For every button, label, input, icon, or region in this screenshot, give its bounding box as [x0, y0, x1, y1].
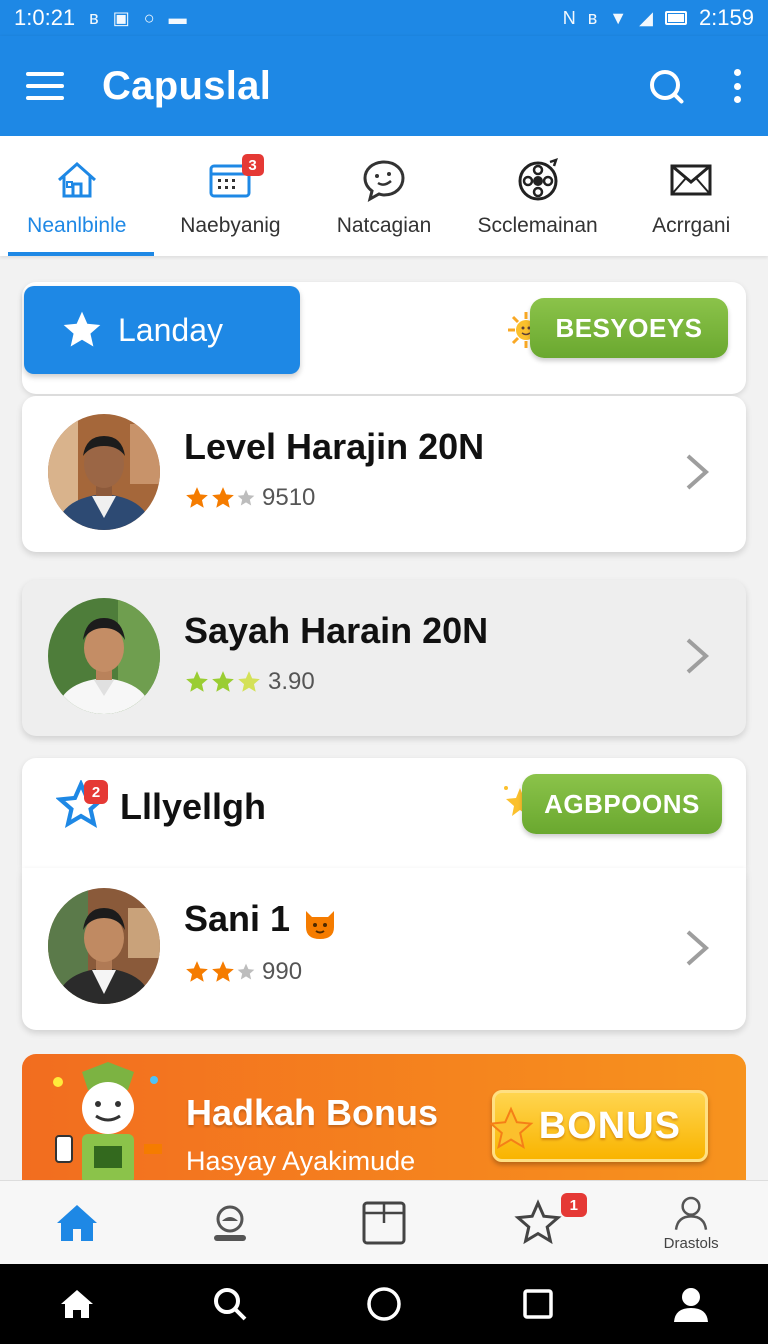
star-filled-icon	[212, 671, 234, 692]
notification-icon: ▣	[112, 7, 130, 28]
star-filled-icon	[238, 671, 260, 692]
mascot-icon	[53, 1062, 162, 1184]
bottom-nav-profile-badge[interactable]	[154, 1181, 308, 1264]
list-item[interactable]: Sani 1 990	[22, 868, 746, 1030]
tab-label: Neanlbinle	[27, 214, 127, 237]
user-icon[interactable]	[671, 1284, 711, 1324]
menu-icon[interactable]	[26, 72, 64, 100]
star-filled-icon	[212, 487, 234, 508]
user-icon	[674, 1196, 708, 1230]
star-icon	[513, 1198, 562, 1244]
tab-badge: 3	[241, 154, 264, 176]
section-title: Lllyellgh	[120, 786, 267, 827]
avatar	[48, 598, 160, 714]
bonus-title: Hadkah Bonus	[186, 1092, 439, 1133]
rating: 990	[184, 958, 302, 986]
status-bar: 1:0:21 ʙ ▣ ○ ▬ N ʙ ▼ ◢ 2:159	[0, 0, 768, 36]
bonus-subtitle: Hasyay Ayakimude	[186, 1146, 416, 1176]
bluetooth-icon: ʙ	[587, 7, 598, 28]
chat-icon	[363, 160, 405, 202]
featured-button-label: Landay	[118, 311, 223, 348]
featured-button[interactable]: Landay	[24, 286, 300, 374]
screen-icon: ▬	[168, 7, 187, 28]
list-item-title: Level Harajin 20N	[184, 426, 485, 467]
rating-value: 9510	[262, 484, 316, 511]
bonus-button[interactable]: BONUS	[488, 1090, 708, 1162]
avatar	[48, 888, 160, 1004]
star-filled-icon	[186, 671, 208, 692]
rating-value: 3.90	[268, 668, 315, 695]
tab-bar: Neanlbinle 3 Naebyanig Natcagian Scclema…	[0, 136, 768, 256]
star-icon	[63, 311, 101, 347]
bottom-nav-user[interactable]: Drastols	[614, 1181, 768, 1264]
bottom-navigation: 1 Drastols	[0, 1180, 768, 1264]
search-icon[interactable]	[210, 1284, 250, 1324]
home-circle-icon[interactable]	[364, 1284, 404, 1324]
app-title: Capuslal	[102, 63, 272, 108]
rating: 9510	[184, 484, 315, 512]
battery-icon	[664, 11, 687, 25]
star-filled-icon	[186, 487, 208, 508]
tab-calendar[interactable]: 3 Naebyanig	[154, 136, 308, 256]
rating: 3.90	[184, 668, 315, 696]
tab-label: Naebyanig	[180, 214, 281, 237]
bottom-nav-favorites[interactable]: 1	[461, 1181, 615, 1264]
tab-mail[interactable]: Acrrgani	[614, 136, 768, 256]
nfc-icon: N	[562, 7, 576, 28]
section-pill-button[interactable]: AGBPOONS	[522, 774, 722, 834]
bottom-nav-label: Drastols	[663, 1235, 719, 1252]
tab-media[interactable]: Scclemainan	[461, 136, 615, 256]
chevron-right-icon	[686, 454, 710, 490]
signal-icon: ▼	[609, 7, 628, 28]
bottom-nav-box[interactable]	[307, 1181, 461, 1264]
star-filled-icon	[186, 961, 208, 982]
recent-apps-icon[interactable]	[518, 1284, 558, 1324]
mail-icon	[670, 164, 712, 196]
bonus-button-label: BONUS	[538, 1104, 681, 1147]
circle-icon: ○	[143, 7, 155, 28]
status-time-right: 2:159	[698, 5, 754, 30]
tab-label: Scclemainan	[477, 214, 598, 237]
profile-badge-icon	[214, 1205, 247, 1241]
chevron-right-icon	[686, 930, 710, 966]
section-badge: 2	[84, 780, 108, 804]
tab-label: Acrrgani	[652, 214, 731, 237]
list-item[interactable]: Level Harajin 20N 9510	[22, 396, 746, 552]
box-icon	[362, 1201, 406, 1244]
more-options-icon[interactable]	[734, 69, 742, 103]
film-reel-icon	[518, 158, 558, 201]
list-item-title: Sayah Harain 20N	[184, 610, 489, 651]
bottom-nav-badge: 1	[560, 1193, 587, 1217]
bottom-nav-home[interactable]	[0, 1181, 154, 1264]
system-navigation-bar	[0, 1264, 768, 1344]
status-time-left: 1:0:21	[14, 5, 76, 30]
rating-value: 990	[262, 958, 303, 985]
chevron-right-icon	[686, 638, 710, 674]
tab-home[interactable]: Neanlbinle	[0, 136, 154, 256]
list-item[interactable]: Sayah Harain 20N 3.90	[22, 580, 746, 736]
home-icon	[56, 1204, 97, 1241]
bonus-banner[interactable]: Hadkah Bonus Hasyay Ayakimude BONUS	[22, 1054, 746, 1194]
tab-chat[interactable]: Natcagian	[307, 136, 461, 256]
star-empty-icon	[237, 489, 255, 506]
wifi-icon: ◢	[639, 7, 653, 28]
home-icon	[57, 161, 96, 198]
list-item-title: Sani 1	[184, 898, 340, 941]
app-bar: Capuslal	[0, 36, 768, 136]
featured-pill-button[interactable]: BESYOEYS	[530, 298, 728, 358]
avatar	[48, 414, 160, 530]
star-empty-icon	[237, 963, 255, 980]
cat-emoji-icon	[306, 911, 335, 940]
search-icon[interactable]	[648, 68, 684, 104]
star-icon	[488, 1106, 534, 1150]
tab-label: Natcagian	[336, 214, 432, 237]
home-icon[interactable]	[57, 1284, 97, 1324]
star-filled-icon	[212, 961, 234, 982]
bluetooth-icon: ʙ	[89, 7, 99, 28]
